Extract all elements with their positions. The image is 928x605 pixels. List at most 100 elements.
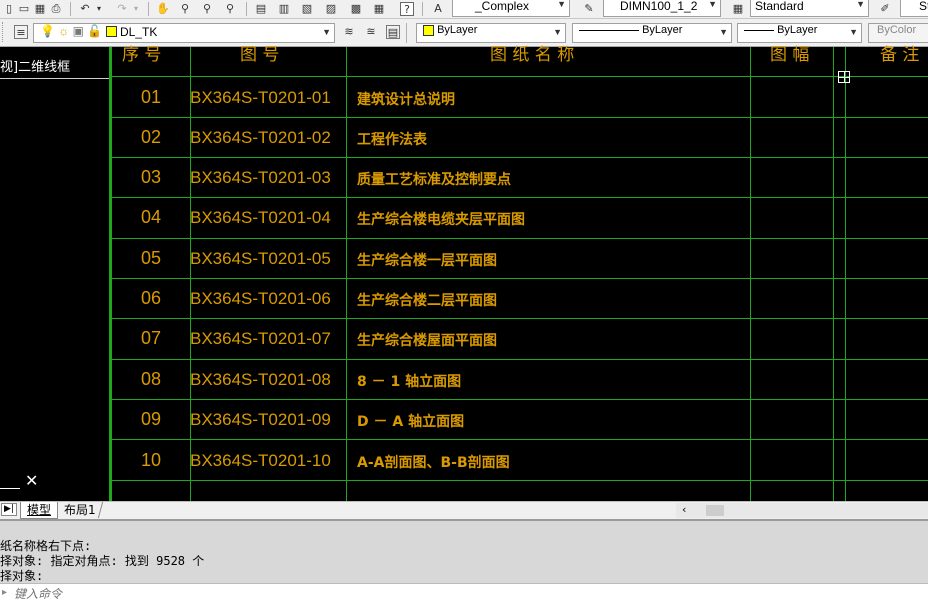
- dim-style-icon[interactable]: ✎: [582, 2, 596, 16]
- multileader-style-select[interactable]: St: [900, 0, 928, 17]
- lineweight-value: ByLayer: [777, 24, 818, 37]
- tab-model-label: 模型: [27, 503, 52, 517]
- table-row-line: [110, 439, 928, 440]
- dim-style-select[interactable]: DIMN100_1_2 ▼: [603, 0, 721, 17]
- drawing-code: BX364S-T0201-07: [190, 329, 331, 348]
- drawing-title: A-A剖面图、B-B剖面图: [357, 455, 510, 471]
- drawing-code: BX364S-T0201-09: [190, 410, 331, 429]
- table-style-icon[interactable]: ▦: [731, 2, 745, 16]
- drawing-title: 质量工艺标准及控制要点: [357, 172, 511, 188]
- viewport-controls-label[interactable]: 视]二维线框: [0, 56, 70, 75]
- layer-select[interactable]: 💡 ☼ ▣ 🔓 DL_TK ▼: [33, 23, 335, 43]
- table-row-line: [110, 197, 928, 198]
- zoom-previous-icon[interactable]: ⚲: [223, 2, 237, 16]
- scrollbar-thumb[interactable]: [706, 505, 724, 516]
- tab-model[interactable]: 模型: [20, 502, 59, 519]
- row-number: 06: [140, 288, 162, 308]
- zoom-realtime-icon[interactable]: ⚲: [178, 2, 192, 16]
- linetype-value: ByLayer: [642, 24, 683, 37]
- redo-icon[interactable]: ↷: [115, 2, 129, 16]
- drawing-code: BX364S-T0201-08: [190, 370, 331, 389]
- standard-toolbar: ▯ ▭ ▦ ⎙ ↶ ▾ ↷ ▾ ✋ ⚲ ⚲ ⚲ ▤ ▥ ▧ ▨ ▩ ▦ ? A …: [0, 0, 928, 19]
- table-style-select[interactable]: Standard ▼: [750, 0, 869, 17]
- ucs-x-icon: ✕: [25, 471, 39, 490]
- drawing-code: BX364S-T0201-06: [190, 289, 331, 308]
- table-row-line: [110, 117, 928, 118]
- redo-dropdown-icon[interactable]: ▾: [129, 2, 143, 16]
- tab-nav-icon[interactable]: ▶|: [1, 503, 17, 516]
- undo-dropdown-icon[interactable]: ▾: [92, 2, 106, 16]
- drawing-title: D － A 轴立面图: [357, 414, 465, 430]
- scroll-left-icon[interactable]: ‹: [682, 503, 686, 516]
- layer-color-swatch: [105, 26, 117, 38]
- sun-icon: ☼: [58, 24, 70, 38]
- header-col-size: 图 幅: [770, 45, 810, 65]
- row-number: 07: [140, 328, 162, 348]
- zoom-window-icon[interactable]: ⚲: [200, 2, 214, 16]
- ucs-icon: [0, 488, 20, 489]
- row-number: 10: [140, 450, 162, 470]
- properties-icon[interactable]: ▤: [254, 2, 268, 16]
- print-icon[interactable]: ⎙: [49, 2, 63, 16]
- layer-properties-icon[interactable]: ≡: [14, 25, 28, 39]
- drawing-code: BX364S-T0201-03: [190, 168, 331, 187]
- help-icon[interactable]: ?: [400, 2, 414, 16]
- table-row-line: [110, 318, 928, 319]
- crosshair-line: [838, 77, 850, 78]
- layout-tabs-bar: ▶| 模型 布局1 ‹: [0, 501, 928, 519]
- viewport-label-underline: [0, 78, 110, 79]
- new-icon[interactable]: ▯: [2, 2, 16, 16]
- text-style-value: _Complex: [475, 0, 530, 13]
- row-number: 05: [140, 248, 162, 268]
- toolbar-grip: [2, 22, 6, 42]
- text-style-select[interactable]: _Complex ▼: [452, 0, 570, 17]
- table-row-line: [110, 359, 928, 360]
- pan-icon[interactable]: ✋: [156, 2, 170, 16]
- layer-state-icon[interactable]: ▤: [386, 25, 400, 39]
- row-number: 01: [140, 87, 162, 107]
- horizontal-scrollbar[interactable]: ‹: [676, 503, 928, 518]
- calculator-icon[interactable]: ▦: [372, 2, 386, 16]
- tool-palettes-icon[interactable]: ▧: [300, 2, 314, 16]
- text-style-icon[interactable]: A: [431, 2, 445, 16]
- layer-previous-icon[interactable]: ≊: [364, 25, 378, 39]
- lineweight-preview: [744, 29, 774, 31]
- drawing-title: 8 － 1 轴立面图: [357, 374, 462, 390]
- table-row-line: [110, 278, 928, 279]
- layer-vp-freeze-icon: ▣: [72, 24, 84, 38]
- save-icon[interactable]: ▦: [33, 2, 47, 16]
- sheet-set-icon[interactable]: ▨: [324, 2, 338, 16]
- multileader-style-icon[interactable]: ✐: [878, 2, 892, 16]
- drawing-viewport[interactable]: [0, 47, 928, 501]
- chevron-down-icon: ▼: [708, 0, 717, 9]
- open-icon[interactable]: ▭: [17, 2, 31, 16]
- drawing-code: BX364S-T0201-05: [190, 249, 331, 268]
- header-col-no: 序 号: [122, 45, 162, 65]
- command-line-3: 择对象:: [0, 569, 44, 583]
- make-object-layer-current-icon[interactable]: ≋: [342, 25, 356, 39]
- command-input-bar: ▸: [0, 583, 928, 605]
- multileader-style-value: St: [919, 0, 928, 13]
- command-input[interactable]: [14, 585, 914, 602]
- header-col-title: 图 纸 名 称: [490, 45, 575, 65]
- table-col-line: [750, 47, 751, 501]
- table-col-line: [190, 47, 191, 501]
- design-center-icon[interactable]: ▥: [277, 2, 291, 16]
- table-col-line: [845, 47, 846, 501]
- undo-icon[interactable]: ↶: [78, 2, 92, 16]
- tab-layout1[interactable]: 布局1: [57, 502, 103, 518]
- drawing-code: BX364S-T0201-01: [190, 88, 331, 107]
- linetype-select[interactable]: ByLayer ▼: [572, 23, 732, 43]
- table-col-line: [833, 47, 834, 501]
- toolbar-separator: [148, 2, 149, 16]
- table-row-line: [110, 76, 928, 77]
- table-row-line: [110, 399, 928, 400]
- markup-icon[interactable]: ▩: [349, 2, 363, 16]
- drawing-code: BX364S-T0201-04: [190, 208, 331, 227]
- chevron-down-icon: ▼: [856, 0, 865, 9]
- row-number: 03: [140, 167, 162, 187]
- command-prompt-icon: ▸: [2, 587, 8, 598]
- table-row-line: [110, 238, 928, 239]
- row-number: 09: [140, 409, 162, 429]
- drawing-code: BX364S-T0201-10: [190, 451, 331, 470]
